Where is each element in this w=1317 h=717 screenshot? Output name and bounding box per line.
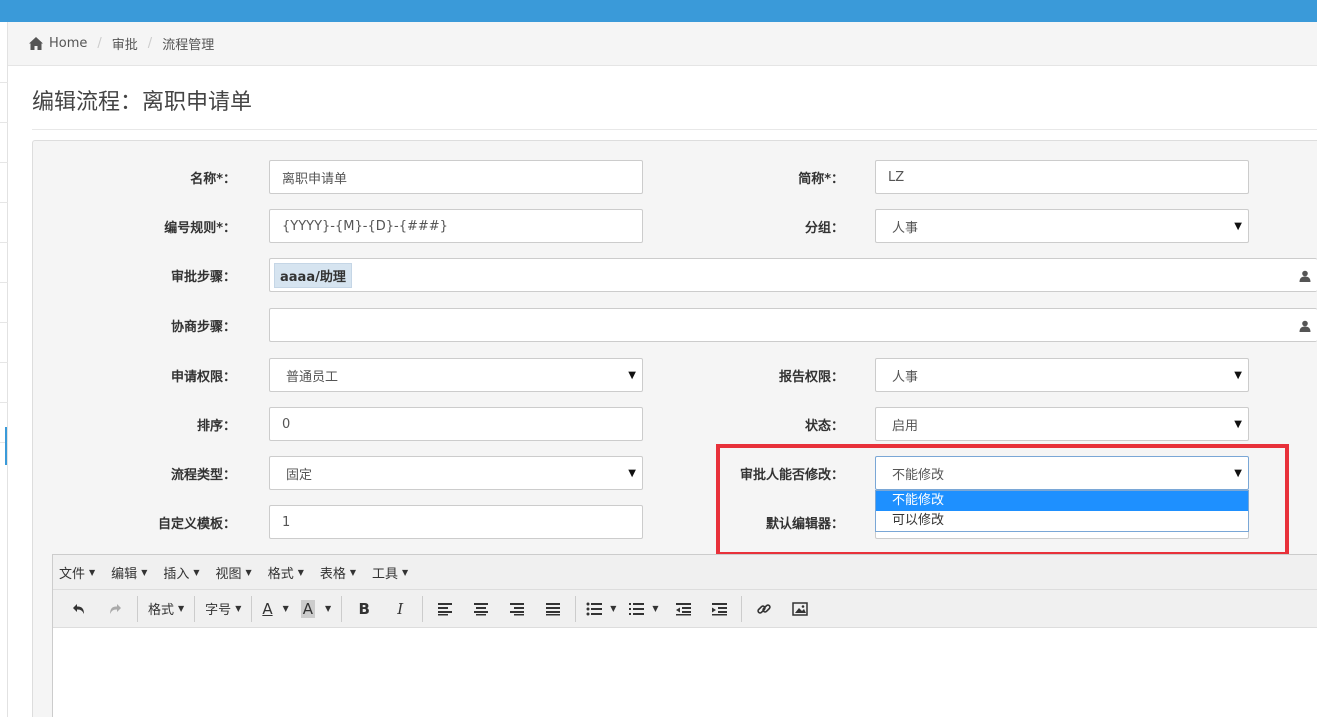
font-color-icon: A [262, 599, 273, 618]
menu-format[interactable]: 格式 ▼ [268, 563, 304, 582]
breadcrumb-separator: / [147, 36, 153, 51]
approval-step-tag[interactable]: aaaa/助理 [274, 262, 352, 288]
redo-icon[interactable] [97, 594, 133, 624]
caret-down-icon: ▼ [628, 370, 636, 381]
short-name-input[interactable]: LZ [875, 160, 1249, 194]
breadcrumb: Home / 审批 / 流程管理 [8, 22, 1317, 66]
sort-input[interactable]: 0 [269, 407, 643, 441]
caret-down-icon: ▼ [1234, 419, 1242, 430]
menu-view[interactable]: 视图 ▼ [216, 563, 252, 582]
sort-label: 排序： [196, 419, 236, 434]
bold-icon[interactable]: B [346, 594, 382, 624]
custom-template-input[interactable]: 1 [269, 505, 643, 539]
consult-steps-label: 协商步骤： [170, 320, 236, 335]
flow-type-select[interactable]: 固定 ▼ [269, 456, 643, 490]
left-sidebar-strip [0, 22, 8, 717]
bullet-list-button[interactable]: ▼ [580, 594, 622, 624]
menu-edit[interactable]: 编辑 ▼ [111, 563, 147, 582]
name-input[interactable]: 离职申请单 [269, 160, 643, 194]
status-select[interactable]: 启用 ▼ [875, 407, 1249, 441]
editor-content-area[interactable] [53, 628, 1317, 717]
align-left-icon[interactable] [427, 594, 463, 624]
caret-down-icon: ▼ [1234, 370, 1242, 381]
menu-file[interactable]: 文件 ▼ [59, 563, 95, 582]
caret-down-icon: ▼ [628, 468, 636, 479]
apply-permission-value: 普通员工 [286, 369, 339, 385]
status-label: 状态： [804, 419, 844, 434]
toolbar-separator [575, 595, 577, 622]
image-icon[interactable] [782, 594, 818, 624]
number-rule-input[interactable]: {YYYY}-{M}-{D}-{###} [269, 209, 643, 243]
numbered-list-icon [629, 602, 645, 615]
home-icon [29, 36, 43, 50]
breadcrumb-separator: / [97, 36, 102, 51]
user-icon[interactable] [1299, 320, 1311, 332]
rich-text-editor: 文件 ▼ 编辑 ▼ 插入 ▼ 视图 ▼ 格式 ▼ 表格 ▼ 工具 ▼ 格式 ▼ 字号 ▼ A ▼ A… [52, 554, 1317, 717]
flow-type-value: 固定 [286, 467, 313, 483]
flow-type-label: 流程类型： [170, 468, 236, 483]
indent-icon[interactable] [701, 594, 737, 624]
format-dropdown[interactable]: 格式 ▼ [142, 594, 190, 624]
editor-menubar: 文件 ▼ 编辑 ▼ 插入 ▼ 视图 ▼ 格式 ▼ 表格 ▼ 工具 ▼ [53, 555, 1317, 590]
menu-tools[interactable]: 工具 ▼ [372, 563, 408, 582]
italic-icon[interactable]: I [382, 594, 418, 624]
undo-icon[interactable] [61, 594, 97, 624]
consult-steps-input[interactable] [269, 308, 1317, 342]
approval-steps-input[interactable]: aaaa/助理 [269, 258, 1317, 292]
page-title: 编辑流程：离职申请单 [32, 90, 253, 115]
toolbar-separator [422, 595, 424, 622]
breadcrumb-approval[interactable]: 审批 [112, 34, 138, 53]
background-color-button[interactable]: A ▼ [295, 594, 337, 624]
font-size-dropdown[interactable]: 字号 ▼ [199, 594, 247, 624]
editor-toolbar: 格式 ▼ 字号 ▼ A ▼ A ▼ B I ▼ ▼ [53, 590, 1317, 628]
status-value: 启用 [892, 418, 919, 434]
apply-permission-select[interactable]: 普通员工 ▼ [269, 358, 643, 392]
short-name-label: 简称*： [798, 172, 844, 187]
report-permission-select[interactable]: 人事 ▼ [875, 358, 1249, 392]
sidebar-active-indicator [5, 427, 7, 465]
report-permission-label: 报告权限： [778, 370, 844, 385]
user-icon[interactable] [1299, 270, 1311, 282]
align-right-icon[interactable] [499, 594, 535, 624]
group-select[interactable]: 人事 ▼ [875, 209, 1249, 243]
number-rule-label: 编号规则*： [164, 221, 236, 236]
title-divider [32, 129, 1317, 130]
toolbar-separator [194, 595, 196, 622]
custom-template-label: 自定义模板： [157, 517, 236, 532]
report-permission-value: 人事 [892, 369, 919, 385]
bullet-list-icon [586, 602, 603, 615]
menu-insert[interactable]: 插入 ▼ [163, 563, 199, 582]
link-icon[interactable] [746, 594, 782, 624]
breadcrumb-flow-management: 流程管理 [162, 38, 215, 53]
approval-steps-label: 审批步骤： [170, 270, 236, 285]
align-justify-icon[interactable] [535, 594, 571, 624]
background-color-icon: A [300, 599, 316, 618]
font-color-button[interactable]: A ▼ [256, 594, 294, 624]
group-select-value: 人事 [892, 220, 919, 236]
top-bar [0, 0, 1317, 22]
outdent-icon[interactable] [665, 594, 701, 624]
align-center-icon[interactable] [463, 594, 499, 624]
toolbar-separator [251, 595, 253, 622]
caret-down-icon: ▼ [1234, 221, 1242, 232]
numbered-list-button[interactable]: ▼ [622, 594, 664, 624]
apply-permission-label: 申请权限： [170, 370, 236, 385]
menu-table[interactable]: 表格 ▼ [320, 563, 356, 582]
toolbar-separator [740, 595, 742, 622]
group-label: 分组： [804, 221, 844, 236]
toolbar-separator [137, 595, 138, 622]
breadcrumb-home[interactable]: Home [49, 36, 87, 51]
toolbar-separator [341, 595, 343, 622]
name-label: 名称*： [190, 172, 236, 187]
highlight-annotation [716, 444, 1289, 556]
